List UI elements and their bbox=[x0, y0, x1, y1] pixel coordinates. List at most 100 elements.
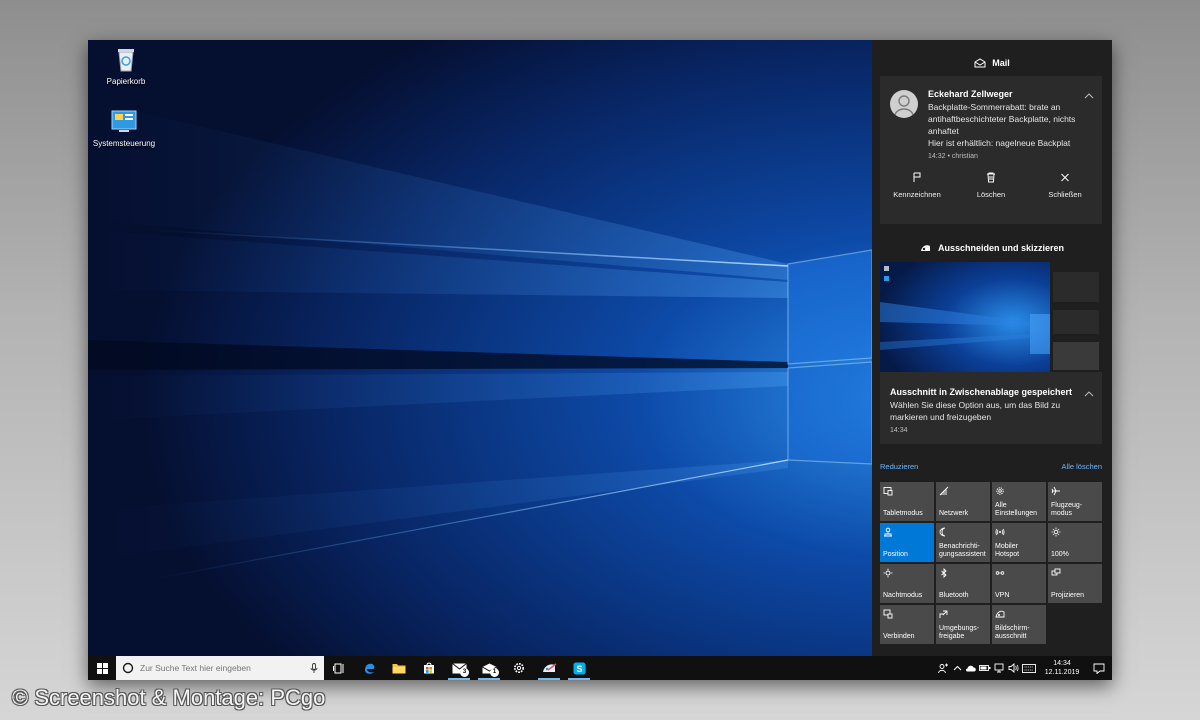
chevron-up-icon[interactable] bbox=[1084, 390, 1094, 398]
tray-clock[interactable]: 14:34 12.11.2019 bbox=[1042, 659, 1082, 677]
mail-notification-card[interactable]: Eckehard Zellweger Backplatte-Sommerraba… bbox=[880, 76, 1102, 224]
quick-action-focus-assist[interactable]: Benachrichti-gungsassistent bbox=[936, 523, 990, 562]
desktop-icon-label: Systemsteuerung bbox=[92, 139, 156, 148]
quick-action-label: Tabletmodus bbox=[883, 510, 923, 517]
quick-action-label: Benachrichti-gungsassistent bbox=[939, 543, 986, 558]
collapse-link[interactable]: Reduzieren bbox=[880, 462, 918, 471]
taskbar-app-snip-sketch[interactable] bbox=[534, 656, 564, 680]
dismiss-button[interactable]: Schließen bbox=[1028, 172, 1102, 199]
taskbar-app-mail[interactable]: 3 bbox=[444, 656, 474, 680]
quick-action-screen-snip[interactable]: Bildschirm-ausschnitt bbox=[992, 605, 1046, 644]
snip-thumbnail bbox=[880, 262, 1102, 372]
notification-content: Eckehard Zellweger Backplatte-Sommerraba… bbox=[928, 88, 1088, 163]
delete-button-label: Löschen bbox=[976, 190, 1006, 199]
notification-actions: Kennzeichnen Löschen Schließen bbox=[880, 172, 1102, 199]
flag-button[interactable]: Kennzeichnen bbox=[880, 172, 954, 199]
flag-icon bbox=[913, 172, 921, 182]
close-icon bbox=[1061, 173, 1069, 182]
keyboard-icon bbox=[1022, 663, 1036, 673]
chevron-up-icon bbox=[953, 665, 961, 671]
quick-action-label: Bildschirm-ausschnitt bbox=[995, 625, 1030, 640]
quick-action-label: Bluetooth bbox=[939, 592, 969, 599]
chevron-up-icon[interactable] bbox=[1084, 92, 1094, 100]
cloud-icon bbox=[966, 665, 976, 672]
action-center-button[interactable] bbox=[1086, 656, 1112, 680]
desktop-icon-control-panel[interactable]: Systemsteuerung bbox=[88, 106, 162, 148]
start-button[interactable] bbox=[88, 656, 116, 680]
clock-date: 12.11.2019 bbox=[1044, 669, 1080, 676]
taskbar-app-edge[interactable] bbox=[354, 656, 384, 680]
quick-action-label: Position bbox=[883, 551, 908, 558]
clear-all-link[interactable]: Alle löschen bbox=[1062, 462, 1102, 471]
tray-people[interactable] bbox=[936, 656, 950, 680]
taskbar-app-file-explorer[interactable] bbox=[384, 656, 414, 680]
quick-action-all-settings[interactable]: Alle Einstellungen bbox=[992, 482, 1046, 521]
search-input[interactable] bbox=[140, 663, 304, 673]
edge-icon bbox=[364, 663, 374, 674]
quick-action-airplane-mode[interactable]: Flugzeug-modus bbox=[1048, 482, 1102, 521]
delete-button[interactable]: Löschen bbox=[954, 172, 1028, 199]
quick-action-nearby-sharing[interactable]: Umgebungs-freigabe bbox=[936, 605, 990, 644]
quick-action-mobile-hotspot[interactable]: Mobiler Hotspot bbox=[992, 523, 1046, 562]
taskbar-search-box[interactable] bbox=[116, 656, 324, 680]
tray-battery[interactable] bbox=[978, 656, 992, 680]
airplane-icon bbox=[1051, 486, 1060, 496]
screen-snip-icon bbox=[995, 610, 1005, 618]
desktop-icon-recycle-bin[interactable]: Papierkorb bbox=[88, 44, 164, 86]
nearby-share-icon bbox=[939, 610, 948, 618]
notification-meta: 14:32 • christian bbox=[928, 153, 978, 160]
quick-action-vpn[interactable]: VPN bbox=[992, 564, 1046, 603]
notification-sender: Eckehard Zellweger bbox=[928, 89, 1013, 99]
microphone-icon[interactable] bbox=[310, 662, 318, 674]
system-tray: 14:34 12.11.2019 bbox=[936, 656, 1112, 680]
tray-input-keyboard[interactable] bbox=[1020, 656, 1038, 680]
avatar bbox=[890, 90, 918, 118]
quick-action-night-light[interactable]: Nachtmodus bbox=[880, 564, 934, 603]
quick-action-tablet-mode[interactable]: Tabletmodus bbox=[880, 482, 934, 521]
svg-text:S: S bbox=[576, 664, 582, 674]
taskbar-app-skype[interactable]: S bbox=[564, 656, 594, 680]
action-center-links: Reduzieren Alle löschen bbox=[880, 462, 1102, 471]
action-center-panel: Mail Eckehard Zellweger Backplatte-Somme… bbox=[872, 40, 1112, 656]
mail-group-title: Mail bbox=[992, 58, 1010, 68]
tablet-mode-icon bbox=[883, 487, 893, 496]
people-icon bbox=[937, 663, 948, 673]
tray-overflow[interactable] bbox=[950, 656, 964, 680]
skype-icon: S bbox=[573, 662, 585, 674]
tray-volume[interactable] bbox=[1006, 656, 1020, 680]
quick-action-network[interactable]: Netzwerk bbox=[936, 482, 990, 521]
connect-icon bbox=[883, 609, 893, 619]
quick-actions-grid: Tabletmodus Netzwerk Alle Einstellungen … bbox=[880, 482, 1104, 644]
quick-action-label: Flugzeug-modus bbox=[1051, 502, 1083, 517]
quick-action-project[interactable]: Projizieren bbox=[1048, 564, 1102, 603]
quick-action-label: Verbinden bbox=[883, 633, 915, 640]
cortana-icon bbox=[122, 662, 134, 674]
volume-icon bbox=[1008, 663, 1019, 673]
quick-action-bluetooth[interactable]: Bluetooth bbox=[936, 564, 990, 603]
vpn-icon bbox=[995, 571, 1005, 575]
quick-action-brightness[interactable]: 100% bbox=[1048, 523, 1102, 562]
snip-notification-card[interactable]: Ausschnitt in Zwischenablage gespeichert… bbox=[880, 262, 1102, 444]
snip-sketch-icon bbox=[542, 663, 556, 672]
tray-onedrive[interactable] bbox=[964, 656, 978, 680]
tray-network[interactable] bbox=[992, 656, 1006, 680]
quick-action-connect[interactable]: Verbinden bbox=[880, 605, 934, 644]
recycle-bin-icon bbox=[118, 49, 134, 72]
notification-text-2: Hier ist erhältlich: nagelneue Backplat bbox=[928, 138, 1071, 148]
windows-logo-icon bbox=[96, 662, 108, 674]
battery-icon bbox=[979, 665, 991, 671]
location-icon bbox=[884, 527, 892, 537]
hotspot-icon bbox=[995, 528, 1005, 536]
quick-action-label: Mobiler Hotspot bbox=[995, 543, 1020, 558]
mail-icon bbox=[974, 58, 986, 68]
taskbar-task-view[interactable] bbox=[324, 656, 354, 680]
snip-group-title: Ausschneiden und skizzieren bbox=[937, 243, 1065, 253]
taskbar-app-store[interactable] bbox=[414, 656, 444, 680]
taskbar-app-mail-2[interactable]: 1 bbox=[474, 656, 504, 680]
snip-sketch-icon bbox=[920, 245, 930, 251]
quick-action-location[interactable]: Position bbox=[880, 523, 934, 562]
taskbar-app-settings[interactable] bbox=[504, 656, 534, 680]
snip-group-header: Ausschneiden und skizzieren bbox=[872, 231, 1112, 265]
mail-badge: 3 bbox=[460, 668, 469, 677]
clock-time: 14:34 bbox=[1053, 660, 1071, 667]
